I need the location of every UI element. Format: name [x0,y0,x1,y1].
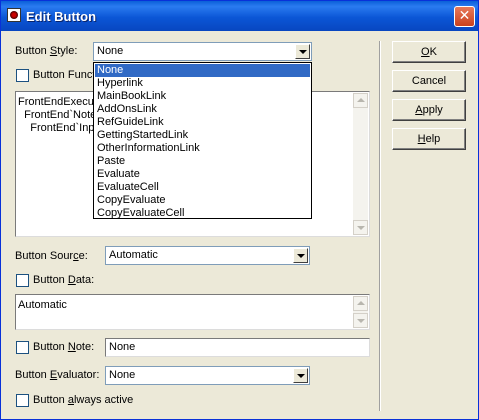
dropdown-option[interactable]: OtherInformationLink [95,142,310,155]
chevron-down-icon[interactable] [293,248,308,263]
button-evaluator-label: Button Evaluator: [15,369,100,381]
button-data-text: Automatic [18,299,67,311]
close-icon: ✕ [458,8,471,24]
dropdown-option[interactable]: MainBookLink [95,90,310,103]
function-line: FrontEnd`Inpu [18,122,101,134]
button-style-value: None [97,45,124,57]
edit-button-dialog: Edit Button ✕ Button Style: None Button … [0,0,479,420]
vertical-scrollbar[interactable] [353,296,368,328]
scroll-up-arrow-icon[interactable] [353,93,368,108]
button-style-label: Button Style: [15,45,78,57]
apply-button[interactable]: Apply [392,99,466,121]
scroll-up-arrow-icon[interactable] [353,296,368,311]
dropdown-option[interactable]: Evaluate [95,168,310,181]
button-source-value: Automatic [109,249,158,261]
dropdown-option[interactable]: Hyperlink [95,77,310,90]
button-source-label: Button Source: [15,250,88,262]
button-note-value: None [109,341,136,353]
dropdown-option[interactable]: AddOnsLink [95,103,310,116]
scroll-down-arrow-icon[interactable] [353,220,368,235]
button-function-checkbox[interactable] [16,69,29,82]
button-data-checkbox[interactable] [16,274,29,287]
title-bar[interactable]: Edit Button ✕ [1,1,478,31]
ok-button[interactable]: OK [392,41,466,63]
dropdown-option[interactable]: GettingStartedLink [95,129,310,142]
button-evaluator-value: None [109,369,136,381]
help-button[interactable]: Help [392,128,466,150]
scroll-down-arrow-icon[interactable] [353,313,368,328]
button-note-label: Button Note: [33,341,95,353]
close-button[interactable]: ✕ [454,6,475,27]
button-evaluator-select[interactable]: None [105,366,310,385]
always-active-label: Button always active [33,394,134,406]
dropdown-option[interactable]: CopyEvaluate [95,194,310,207]
button-style-select[interactable]: None [93,42,312,61]
button-source-select[interactable]: Automatic [105,246,310,265]
divider [379,41,381,411]
dropdown-option[interactable]: RefGuideLink [95,116,310,129]
cancel-button[interactable]: Cancel [392,70,466,92]
dropdown-option[interactable]: CopyEvaluateCell [95,207,310,220]
button-note-checkbox[interactable] [16,341,29,354]
button-data-label: Button Data: [33,274,95,286]
always-active-checkbox[interactable] [16,394,29,407]
button-data-textarea[interactable]: Automatic [15,294,370,330]
button-style-dropdown-list[interactable]: None Hyperlink MainBookLink AddOnsLink RefGu… [93,62,312,219]
chevron-down-icon[interactable] [293,368,308,383]
dropdown-option[interactable]: None [95,64,310,77]
button-note-field[interactable]: None [105,338,370,357]
vertical-scrollbar[interactable] [353,93,368,235]
dropdown-option[interactable]: Paste [95,155,310,168]
dropdown-option[interactable]: EvaluateCell [95,181,310,194]
function-line: FrontEnd`Note [18,109,97,121]
chevron-down-icon[interactable] [295,44,310,59]
dialog-title: Edit Button [26,9,97,24]
button-function-label: Button Funct [33,69,96,81]
app-icon [7,8,21,22]
function-line: FrontEndExecut [18,96,97,108]
